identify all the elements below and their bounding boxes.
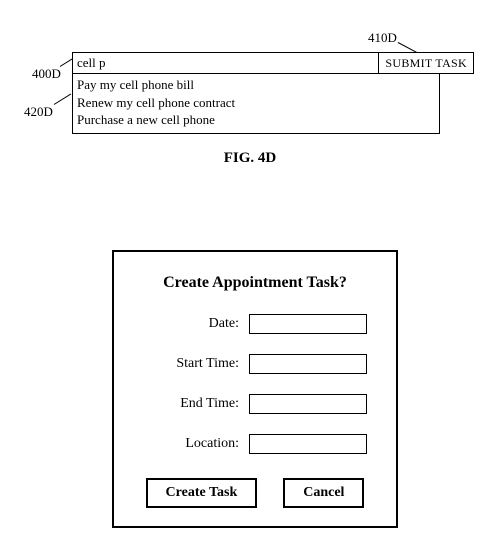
end-time-field[interactable] xyxy=(249,394,367,414)
create-appointment-dialog: Create Appointment Task? Date: Start Tim… xyxy=(112,250,398,528)
location-field[interactable] xyxy=(249,434,367,454)
start-time-label: Start Time: xyxy=(134,356,249,372)
callout-410d: 410D xyxy=(368,30,397,46)
date-label: Date: xyxy=(134,316,249,332)
lead-420d xyxy=(54,93,71,104)
create-task-button[interactable]: Create Task xyxy=(146,478,258,508)
callout-400d: 400D xyxy=(32,66,61,82)
dialog-title: Create Appointment Task? xyxy=(163,274,347,292)
start-time-field[interactable] xyxy=(249,354,367,374)
location-label: Location: xyxy=(134,436,249,452)
task-search: SUBMIT TASK Pay my cell phone bill Renew… xyxy=(72,52,474,134)
task-input[interactable] xyxy=(72,52,379,74)
figure-caption: FIG. 4D xyxy=(0,150,500,167)
cancel-button[interactable]: Cancel xyxy=(283,478,364,508)
callout-420d: 420D xyxy=(24,104,53,120)
suggestion-item[interactable]: Renew my cell phone contract xyxy=(77,94,435,112)
end-time-label: End Time: xyxy=(134,396,249,412)
suggestion-item[interactable]: Pay my cell phone bill xyxy=(77,76,435,94)
date-field[interactable] xyxy=(249,314,367,334)
suggestion-item[interactable]: Purchase a new cell phone xyxy=(77,111,435,129)
submit-task-button[interactable]: SUBMIT TASK xyxy=(379,52,474,74)
suggestion-list: Pay my cell phone bill Renew my cell pho… xyxy=(72,74,440,134)
